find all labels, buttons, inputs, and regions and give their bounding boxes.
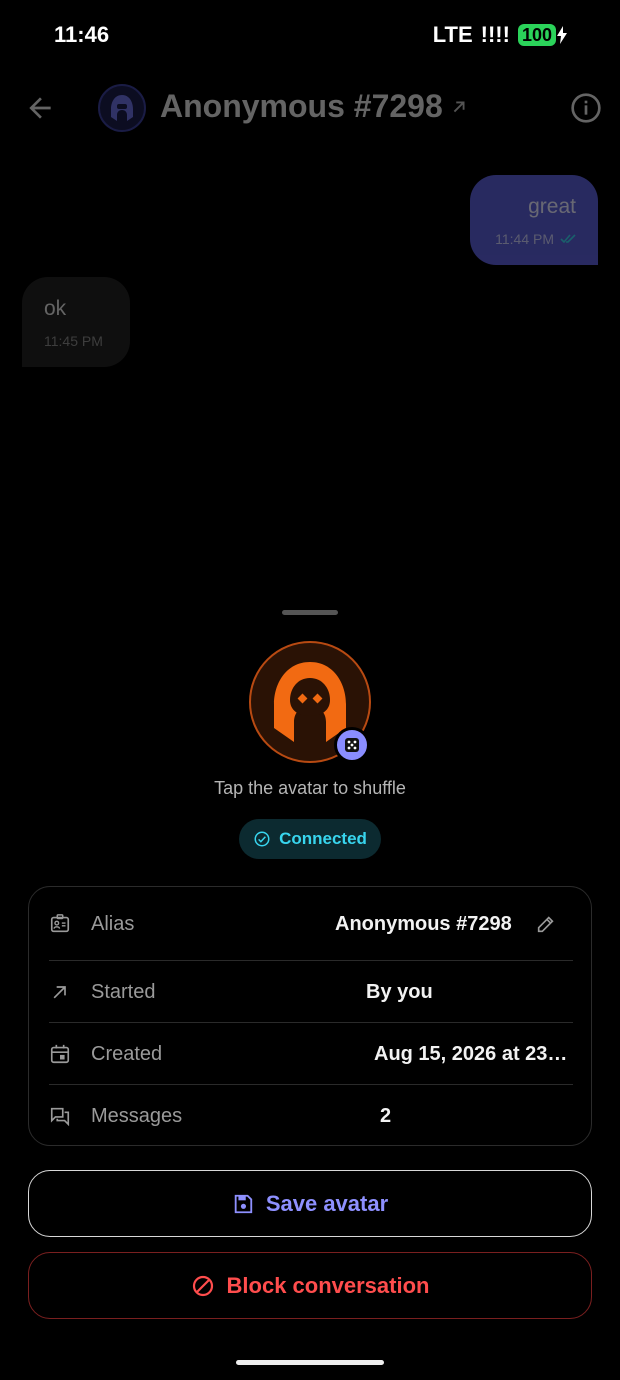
message-meta: 11:44 PM — [495, 231, 576, 247]
dice-icon — [345, 738, 359, 752]
header-avatar[interactable] — [98, 84, 146, 132]
charging-bolt-icon — [557, 26, 567, 44]
started-value: By you — [366, 980, 433, 1003]
signal-icon: !!!! — [480, 22, 510, 47]
status-bar: 11:46 LTE !!!! 100 — [0, 0, 620, 70]
battery-icon: 100 — [517, 24, 568, 46]
message-bubble-outgoing[interactable]: great 11:44 PM — [470, 175, 598, 265]
message-time: 11:45 PM — [44, 333, 103, 349]
detail-row-started: Started By you — [49, 961, 573, 1023]
detail-label: Created — [91, 1042, 163, 1065]
chat-bubbles-icon — [49, 1105, 71, 1127]
id-badge-icon — [49, 913, 71, 935]
connection-status-badge: Connected — [239, 819, 381, 859]
alias-value: Anonymous #7298 — [335, 912, 512, 935]
detail-label: Messages — [91, 1104, 183, 1127]
detail-row-alias[interactable]: Alias Anonymous #7298 — [49, 893, 573, 955]
messages-count-value: 2 — [380, 1104, 392, 1127]
save-disk-icon — [234, 1194, 252, 1213]
battery-level: 100 — [517, 24, 556, 46]
block-conversation-label: Block conversation — [226, 1272, 430, 1298]
check-circle-icon — [254, 831, 270, 847]
conversation-title[interactable]: Anonymous #7298 — [160, 88, 443, 125]
message-text: great — [528, 195, 576, 218]
calendar-icon — [49, 1043, 71, 1065]
double-check-icon — [560, 234, 576, 244]
block-icon — [192, 1275, 213, 1296]
outgoing-arrow-icon — [453, 101, 465, 113]
save-avatar-label: Save avatar — [265, 1190, 389, 1216]
status-indicators: LTE !!!! 100 — [433, 22, 568, 48]
message-time: 11:44 PM — [495, 231, 554, 247]
status-time: 11:46 — [54, 22, 110, 47]
detail-row-messages: Messages 2 — [49, 1085, 573, 1147]
shuffle-dice-button[interactable] — [334, 727, 370, 763]
detail-row-created: Created Aug 15, 2026 at 23… — [49, 1023, 573, 1085]
created-value: Aug 15, 2026 at 23… — [374, 1042, 568, 1065]
detail-label: Alias — [91, 912, 135, 935]
chat-background: Anonymous #7298 great 11:44 PM ok 11:45 … — [0, 70, 620, 600]
network-type: LTE — [432, 22, 473, 47]
back-arrow-icon[interactable] — [24, 92, 56, 124]
save-avatar-button[interactable]: Save avatar — [28, 1170, 592, 1237]
connection-status-label: Connected — [279, 829, 367, 848]
hooded-figure-icon — [111, 95, 133, 121]
shuffle-hint: Tap the avatar to shuffle — [214, 778, 406, 798]
message-text: ok — [44, 297, 67, 320]
conversation-details-card: Alias Anonymous #7298 Started By you Cre… — [28, 886, 592, 1146]
pencil-edit-icon[interactable] — [535, 913, 557, 935]
north-east-arrow-icon — [49, 981, 71, 1003]
sheet-drag-handle[interactable] — [282, 610, 338, 615]
info-icon[interactable] — [570, 92, 602, 124]
block-conversation-button[interactable]: Block conversation — [28, 1252, 592, 1319]
home-indicator[interactable] — [236, 1360, 384, 1365]
app-bar: Anonymous #7298 — [0, 70, 620, 146]
message-bubble-incoming[interactable]: ok 11:45 PM — [22, 277, 130, 367]
detail-label: Started — [91, 980, 156, 1003]
